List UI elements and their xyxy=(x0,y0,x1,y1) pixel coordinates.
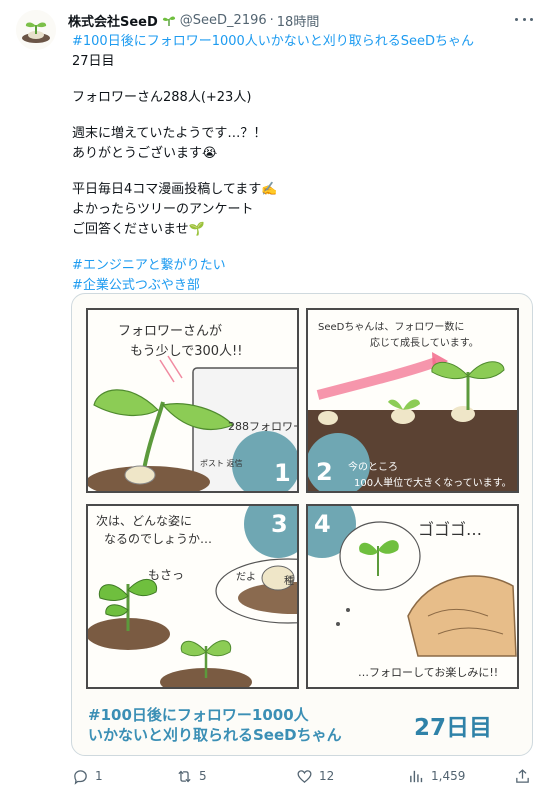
more-icon[interactable] xyxy=(515,12,533,26)
like-icon xyxy=(297,769,312,783)
tweet: 株式会社SeeD @SeeD_2196 · 18時間 #100日後にフォロワー1… xyxy=(0,0,555,795)
share-icon xyxy=(516,768,529,783)
panel2-caption-line1: SeeDちゃんは、フォロワー数に xyxy=(318,322,465,333)
views-button[interactable]: 1,459 xyxy=(408,764,465,788)
tweet-time[interactable]: 18時間 xyxy=(277,11,320,30)
like-count: 12 xyxy=(319,769,335,783)
tweet-header: 株式会社SeeD @SeeD_2196 · 18時間 xyxy=(68,10,319,30)
tweet-text: #100日後にフォロワー1000人いかないと刈り取られるSeeDちゃん 27日目… xyxy=(72,32,532,296)
panel3-thought-2: 種 xyxy=(284,576,294,587)
reply-count: 1 xyxy=(95,769,103,783)
retweet-icon xyxy=(178,770,191,782)
author-name[interactable]: 株式会社SeeD xyxy=(68,11,158,30)
panel3-sfx: もさっ xyxy=(148,568,185,582)
comic-footer-title: #100日後にフォロワー1000人 いかないと刈り取られるSeeDちゃん xyxy=(88,705,342,745)
panel2-bottom-line2: 100人単位で大きくなっています。 xyxy=(354,478,512,489)
panel3-speech-line1: 次は、どんな姿に xyxy=(96,514,193,528)
panel4-bottom: …フォローしてお楽しみに!! xyxy=(358,666,499,679)
footer-title-line1: #100日後にフォロワー1000人 xyxy=(88,706,309,724)
avatar[interactable] xyxy=(16,10,56,50)
reply-icon xyxy=(74,769,87,785)
text-line: よかったらツリーのアンケート xyxy=(72,202,254,217)
comic-footer-day: 27日目 xyxy=(414,715,493,741)
panel2-caption-line2: 応じて成長しています。 xyxy=(370,338,479,349)
views-icon xyxy=(410,770,423,782)
comic-panel-4: 4 ゴゴゴ… …フォローしてお楽しみに!! xyxy=(306,504,519,689)
hashtag-title[interactable]: #100日後にフォロワー1000人いかないと刈り取られるSeeDちゃん xyxy=(72,32,532,52)
text-line: ご回答くださいませ🌱 xyxy=(72,222,205,237)
panel4-number: 4 xyxy=(314,510,331,538)
panel1-speech-line2: もう少しで300人!! xyxy=(130,344,243,359)
day-line: 27日目 xyxy=(72,54,115,69)
panel1-screen-count: 288フォロワー xyxy=(228,420,299,433)
comic-image[interactable]: フォロワーさんが もう少しで300人!! 288フォロワー ポスト 返信 1 S… xyxy=(71,293,533,756)
panel1-screen-tabs: ポスト 返信 xyxy=(200,459,243,468)
views-count: 1,459 xyxy=(431,769,466,783)
comic-panel-2: SeeDちゃんは、フォロワー数に 応じて成長しています。 2 今のところ 100… xyxy=(306,308,519,493)
retweet-button[interactable]: 5 xyxy=(176,764,207,788)
reply-button[interactable]: 1 xyxy=(72,764,103,788)
text-line: 週末に増えていたようです…？！ xyxy=(72,126,267,141)
panel2-bottom-line1: 今のところ xyxy=(348,462,398,473)
text-line: 平日毎日4コマ漫画投稿してます✍️ xyxy=(72,182,278,197)
text-line: ありがとうございます😭 xyxy=(72,146,218,161)
panel2-number: 2 xyxy=(316,458,333,486)
panel3-thought-1: だよ xyxy=(236,572,256,583)
footer-title-line2: いかないと刈り取られるSeeDちゃん xyxy=(88,726,342,744)
panel1-number: 1 xyxy=(274,459,291,487)
panel3-speech-line2: なるのでしょうか… xyxy=(104,532,213,546)
like-button[interactable]: 12 xyxy=(296,764,334,788)
action-bar: 1 5 12 1,459 xyxy=(72,764,532,788)
share-button[interactable] xyxy=(514,764,537,788)
author-handle[interactable]: @SeeD_2196 xyxy=(180,13,267,28)
panel4-sfx: ゴゴゴ… xyxy=(418,520,483,539)
comic-panel-1: フォロワーさんが もう少しで300人!! 288フォロワー ポスト 返信 1 xyxy=(86,308,299,493)
sprout-icon xyxy=(162,16,175,26)
retweet-count: 5 xyxy=(199,769,207,783)
comic-panel-3: 次は、どんな姿に なるのでしょうか… 3 もさっ だよ 種 xyxy=(86,504,299,689)
hashtag-engineer[interactable]: #エンジニアと繋がりたい xyxy=(72,256,532,276)
panel3-number: 3 xyxy=(271,510,288,538)
follower-line: フォロワーさん288人(+23人) xyxy=(72,90,252,105)
panel1-speech-line1: フォロワーさんが xyxy=(118,324,223,339)
separator-dot: · xyxy=(269,12,274,28)
